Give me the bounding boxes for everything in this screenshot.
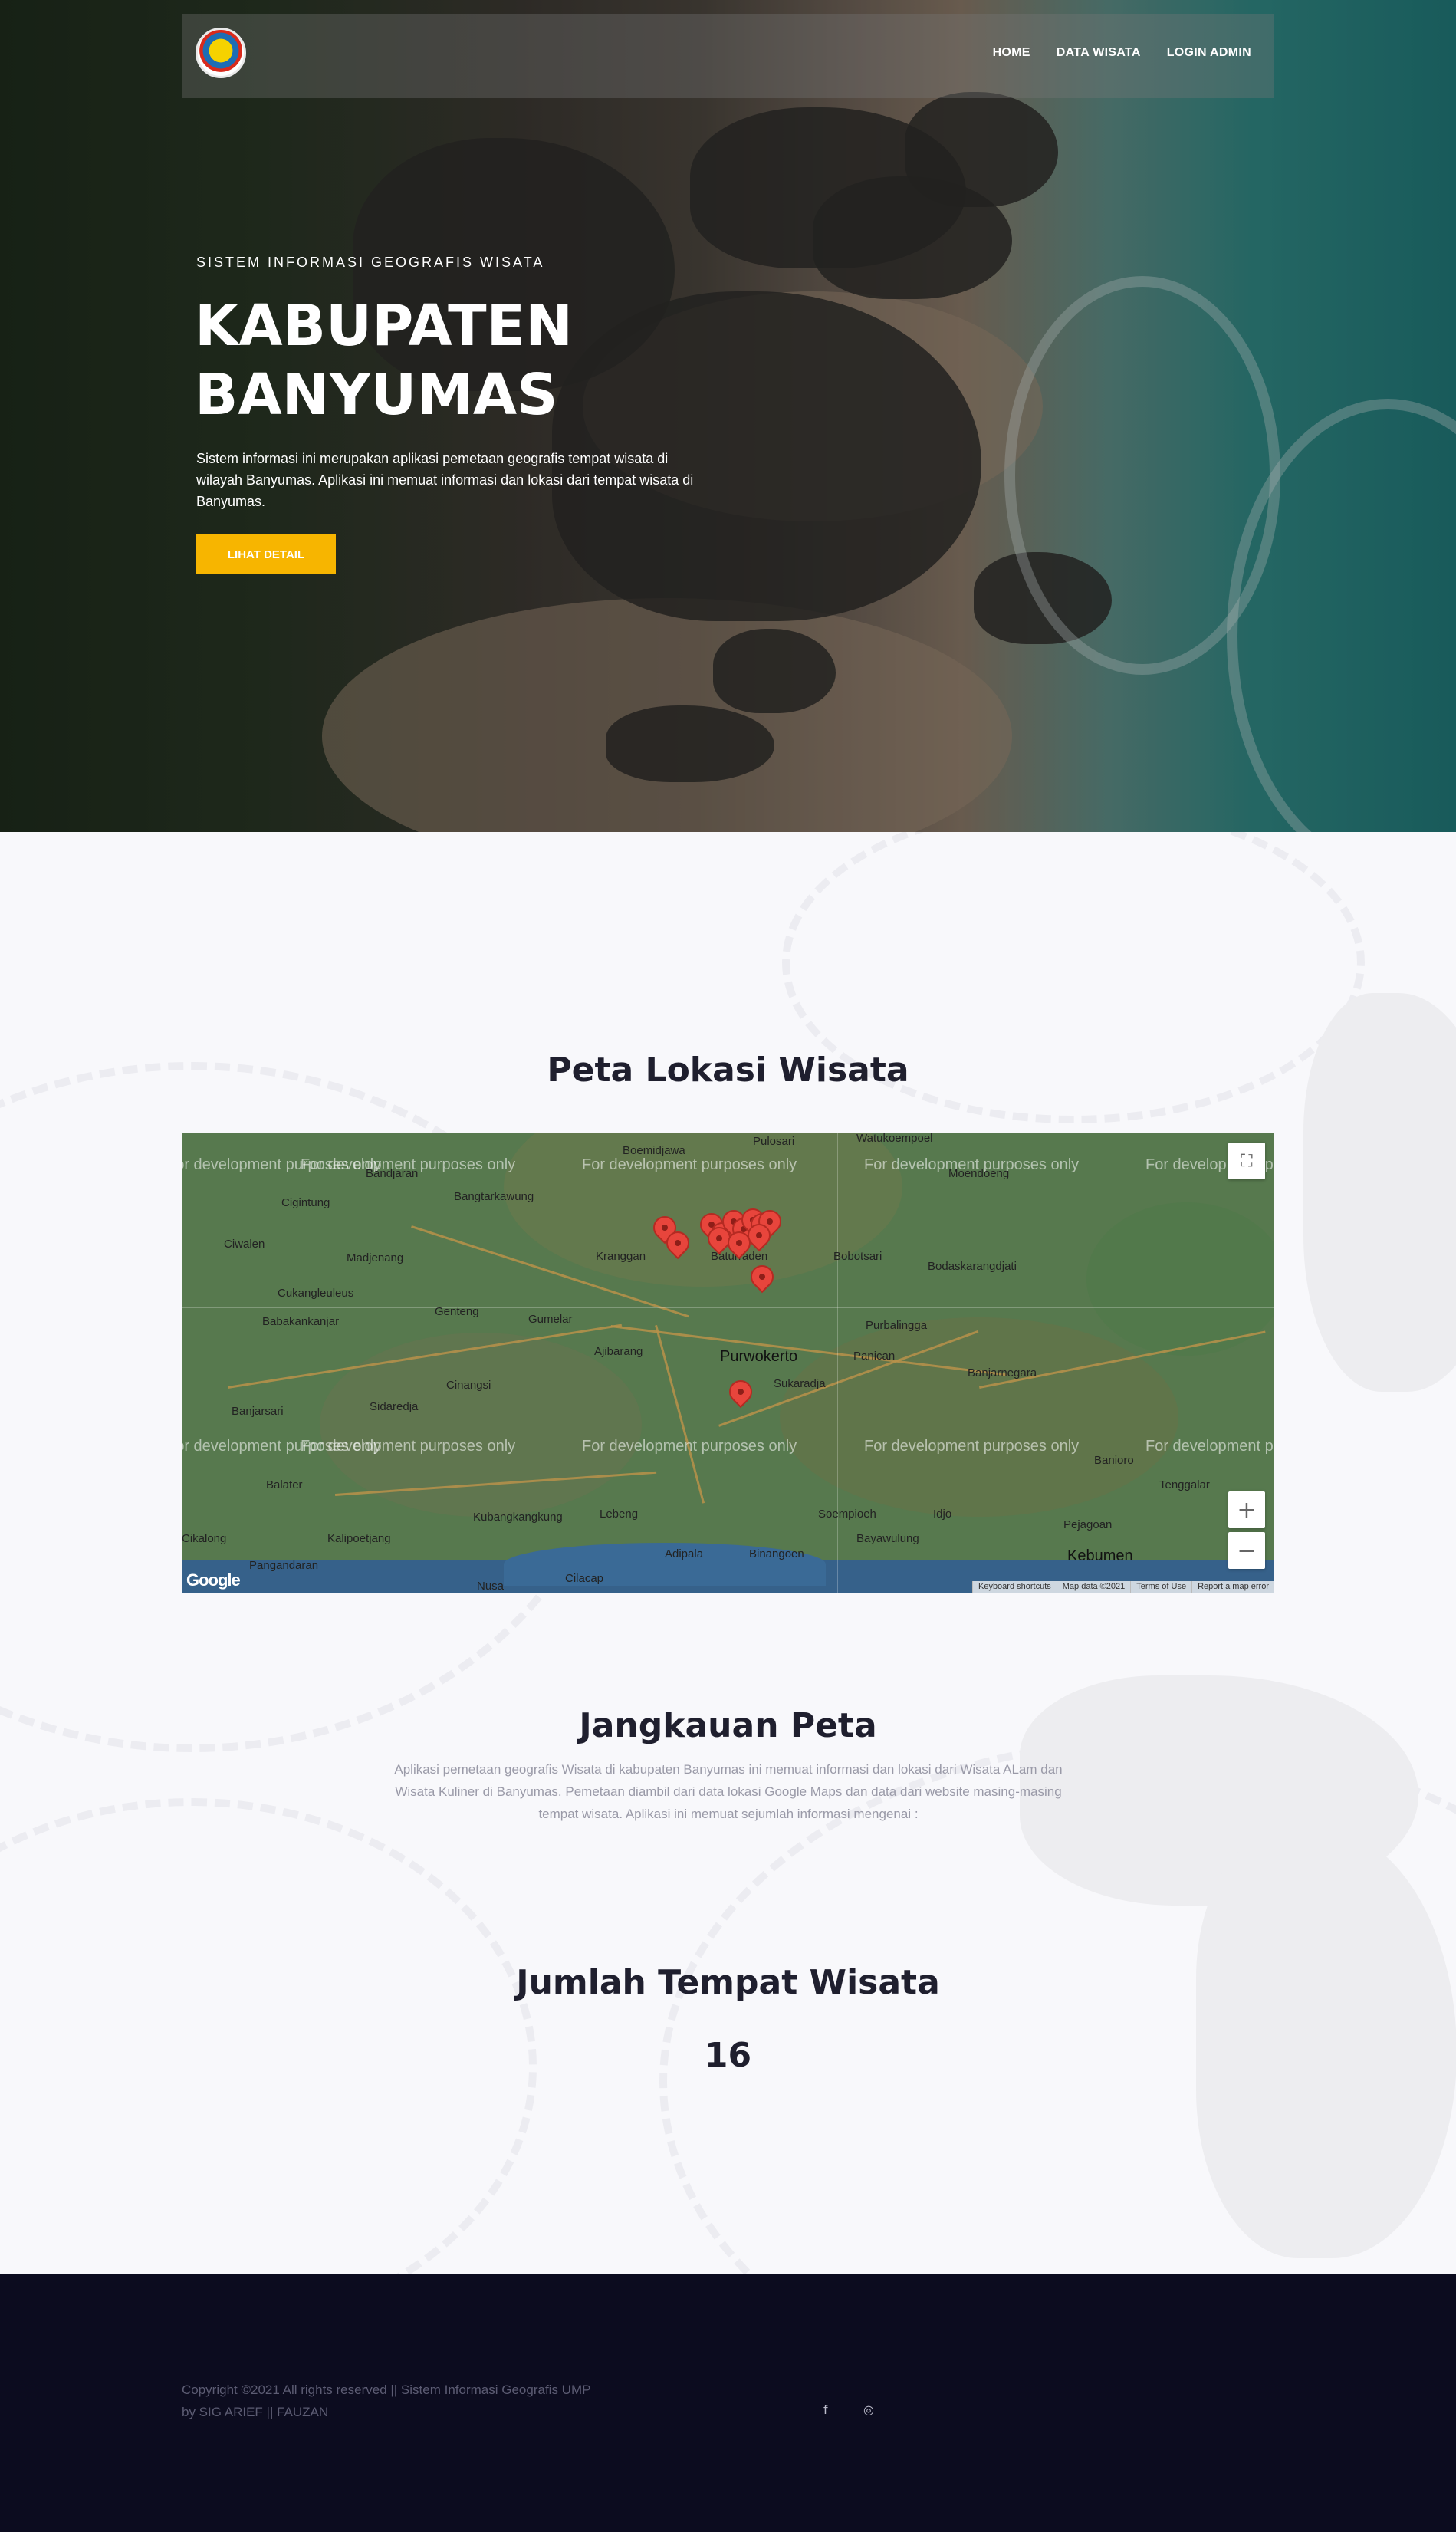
- banyumas-logo-icon[interactable]: [196, 28, 246, 78]
- map-place-label: Tenggalar: [1159, 1478, 1210, 1491]
- map-place-label: Binangoen: [749, 1547, 804, 1560]
- map-place-label: Kalipoetjang: [327, 1532, 391, 1545]
- map-place-label: Watukoempoel: [856, 1133, 933, 1145]
- main-content: Peta Lokasi Wisata For development purpo…: [0, 832, 1456, 2274]
- hero-description: Sistem informasi ini merupakan aplikasi …: [196, 451, 694, 509]
- nav-data-wisata-link[interactable]: DATA WISATA: [1057, 46, 1141, 60]
- map-place-label: Bodaskarangdjati: [928, 1260, 1017, 1273]
- map-place-label: Sukaradja: [774, 1377, 826, 1390]
- google-logo[interactable]: Google: [186, 1570, 241, 1590]
- tourism-map[interactable]: For development purposes only For develo…: [182, 1133, 1274, 1593]
- nav-menu: HOME DATA WISATA LOGIN ADMIN: [993, 46, 1251, 60]
- instagram-icon[interactable]: ◎: [863, 2402, 874, 2417]
- hero-title-line2: BANYUMAS: [195, 362, 558, 428]
- map-place-label: Ajibarang: [594, 1345, 643, 1358]
- map-place-label: Ciwalen: [224, 1238, 265, 1251]
- map-place-label: Balater: [266, 1478, 303, 1491]
- nav-home-link[interactable]: HOME: [993, 46, 1030, 60]
- hero-subtitle: SISTEM INFORMASI GEOGRAFIS WISATA: [196, 255, 545, 270]
- keyboard-shortcuts-link[interactable]: Keyboard shortcuts: [971, 1581, 1057, 1593]
- map-place-label: Banioro: [1094, 1454, 1134, 1467]
- map-marker-icon[interactable]: [724, 1375, 758, 1409]
- map-place-label: Nusa: [477, 1580, 505, 1593]
- map-place-label: Bangtarkawung: [454, 1190, 534, 1203]
- map-place-label: Kebumen: [1067, 1547, 1133, 1564]
- peta-lokasi-title: Peta Lokasi Wisata: [547, 1051, 909, 1090]
- jangkauan-peta-description: Aplikasi pemetaan geografis Wisata di ka…: [394, 1762, 1063, 1821]
- map-place-label: Bandjaran: [366, 1167, 419, 1180]
- map-place-label: Purbalingga: [866, 1319, 928, 1332]
- hero-title-line1: KABUPATEN: [195, 293, 574, 359]
- jumlah-tempat-wisata-title: Jumlah Tempat Wisata: [516, 1963, 940, 2002]
- map-zoom-out-button[interactable]: −: [1228, 1532, 1265, 1569]
- map-place-label: Banjarsari: [232, 1405, 284, 1418]
- hero-title: KABUPATEN BANYUMAS: [195, 291, 731, 429]
- map-place-label: Babakankanjar: [262, 1315, 340, 1328]
- map-place-label: Cilacap: [565, 1572, 604, 1585]
- map-place-label: Pangandaran: [249, 1559, 319, 1572]
- map-place-label: Madjenang: [347, 1251, 404, 1264]
- lihat-detail-button[interactable]: LIHAT DETAIL: [196, 534, 336, 574]
- map-place-label: Bobotsari: [833, 1250, 882, 1263]
- map-place-label: Adipala: [665, 1547, 704, 1560]
- map-place-label: Cinangsi: [446, 1379, 491, 1392]
- map-place-label: Kranggan: [596, 1250, 646, 1263]
- map-place-label: Boemidjawa: [623, 1144, 685, 1157]
- hero-section: HOME DATA WISATA LOGIN ADMIN SISTEM INFO…: [0, 0, 1456, 832]
- map-watermark: For development purposes only: [1145, 1438, 1274, 1455]
- map-place-label: Purwokerto: [720, 1348, 798, 1365]
- jangkauan-peta-title: Jangkauan Peta: [579, 1706, 877, 1745]
- map-watermark: For development purposes only: [582, 1156, 797, 1173]
- footer-copyright-line1: Copyright ©2021 All rights reserved || S…: [182, 2382, 591, 2397]
- map-place-label: Bayawulung: [856, 1532, 919, 1545]
- map-footer-bar: Keyboard shortcuts Map data ©2021 Terms …: [971, 1581, 1274, 1593]
- map-place-label: Lebeng: [600, 1508, 639, 1521]
- nav-login-admin-link[interactable]: LOGIN ADMIN: [1167, 46, 1251, 60]
- footer-copyright: Copyright ©2021 All rights reserved || S…: [182, 2379, 672, 2423]
- map-fullscreen-button[interactable]: ⛶: [1228, 1143, 1265, 1179]
- map-watermark: For development purposes only: [301, 1438, 516, 1455]
- map-place-label: Genteng: [435, 1305, 479, 1318]
- map-watermark: For development purposes only: [864, 1438, 1080, 1455]
- page-footer: Copyright ©2021 All rights reserved || S…: [0, 2274, 1456, 2532]
- map-place-label: Pejagoan: [1063, 1518, 1113, 1531]
- map-place-label: Cigintung: [281, 1196, 330, 1209]
- map-place-label: Soempioeh: [818, 1508, 876, 1521]
- map-zoom-in-button[interactable]: +: [1228, 1491, 1265, 1528]
- map-place-label: Idjo: [933, 1508, 952, 1521]
- map-place-label: Moendoeng: [948, 1167, 1010, 1180]
- map-place-label: Banjarnegara: [968, 1366, 1037, 1379]
- top-navbar: HOME DATA WISATA LOGIN ADMIN: [182, 14, 1274, 98]
- map-place-label: Panican: [853, 1350, 896, 1363]
- map-place-label: Cukangleuleus: [278, 1287, 354, 1300]
- map-place-label: Sidaredja: [370, 1400, 419, 1413]
- map-place-label: Cikalong: [182, 1532, 227, 1545]
- footer-copyright-line2: by SIG ARIEF || FAUZAN: [182, 2405, 329, 2419]
- map-data-label: Map data ©2021: [1056, 1581, 1131, 1593]
- fullscreen-icon: ⛶: [1241, 1151, 1253, 1171]
- jumlah-tempat-wisata-value: 16: [704, 2036, 752, 2075]
- terms-of-use-link[interactable]: Terms of Use: [1130, 1581, 1191, 1593]
- map-place-label: Gumelar: [528, 1313, 573, 1326]
- facebook-icon[interactable]: f: [823, 2402, 828, 2417]
- report-map-error-link[interactable]: Report a map error: [1191, 1581, 1274, 1593]
- map-place-label: Pulosari: [753, 1135, 795, 1148]
- map-watermark: For development purposes only: [582, 1438, 797, 1455]
- map-place-label: Kubangkangkung: [473, 1511, 563, 1524]
